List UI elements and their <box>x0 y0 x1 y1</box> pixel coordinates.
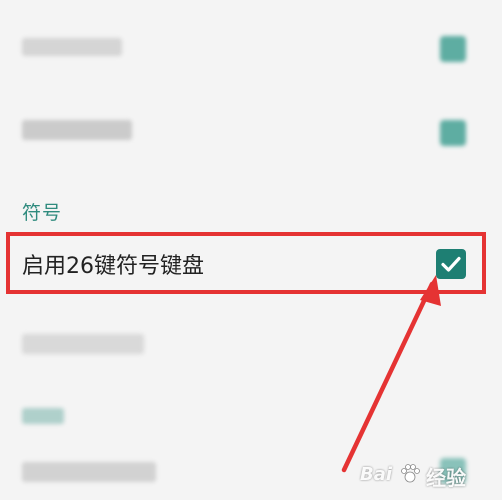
watermark-brand: Bai <box>360 464 393 485</box>
paw-icon <box>401 464 420 483</box>
watermark-suffix: 经验 <box>426 466 466 490</box>
watermark: Bai 经验 <box>352 452 500 498</box>
annotation-arrow <box>341 275 441 473</box>
